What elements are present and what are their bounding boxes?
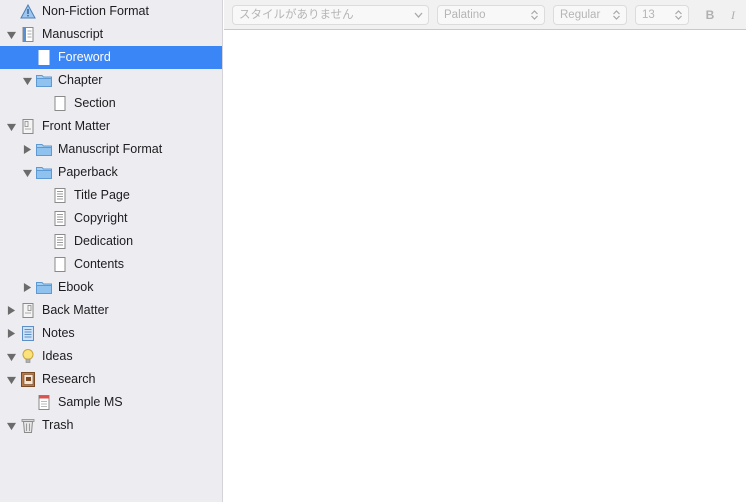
folder-icon <box>36 280 52 295</box>
font-style-select[interactable]: Regular <box>553 5 627 25</box>
binder-item-chapter[interactable]: Chapter <box>0 69 222 92</box>
binder-item-trash[interactable]: Trash <box>0 414 222 437</box>
binder-item-label: Back Matter <box>42 303 109 317</box>
binder-item-ideas[interactable]: Ideas <box>0 345 222 368</box>
font-family-value: Palatino <box>444 9 486 21</box>
manuscript-icon <box>20 27 36 42</box>
disclosure-collapsed-icon[interactable] <box>22 282 32 292</box>
binder-item-label: Sample MS <box>58 395 123 409</box>
folder-icon <box>36 73 52 88</box>
binder-item-label: Notes <box>42 326 75 340</box>
binder-item-label: Title Page <box>74 188 130 202</box>
binder-item-research[interactable]: Research <box>0 368 222 391</box>
stepper-arrows-icon <box>613 10 620 20</box>
binder-item-sample-ms[interactable]: Sample MS <box>0 391 222 414</box>
binder-item-back-matter[interactable]: Back Matter <box>0 299 222 322</box>
paragraph-style-select[interactable]: スタイルがありません <box>232 5 429 25</box>
disclosure-collapsed-icon[interactable] <box>6 305 16 315</box>
binder-item-notes[interactable]: Notes <box>0 322 222 345</box>
binder-item-contents[interactable]: Contents <box>0 253 222 276</box>
disclosure-expanded-icon[interactable] <box>6 375 16 385</box>
binder-item-copyright[interactable]: Copyright <box>0 207 222 230</box>
binder-item-dedication[interactable]: Dedication <box>0 230 222 253</box>
binder-item-label: Foreword <box>58 50 111 64</box>
binder-item-section[interactable]: Section <box>0 92 222 115</box>
folder-icon <box>36 142 52 157</box>
bold-button[interactable]: B <box>701 5 719 25</box>
binder-item-manuscript[interactable]: Manuscript <box>0 23 222 46</box>
document-icon <box>52 96 68 111</box>
binder-item-label: Front Matter <box>42 119 111 133</box>
disclosure-collapsed-icon[interactable] <box>6 328 16 338</box>
editor-text-area[interactable] <box>224 31 746 502</box>
folder-icon <box>36 165 52 180</box>
disclosure-expanded-icon[interactable] <box>6 421 16 431</box>
binder-item-label: Trash <box>42 418 74 432</box>
disclosure-expanded-icon[interactable] <box>6 352 16 362</box>
document-icon <box>52 257 68 272</box>
binder-sidebar: Non-Fiction Format Manuscript Foreword C… <box>0 0 223 502</box>
disclosure-expanded-icon[interactable] <box>22 76 32 86</box>
disclosure-expanded-icon[interactable] <box>6 30 16 40</box>
text-document-icon <box>52 211 68 226</box>
binder-item-manuscript-format[interactable]: Manuscript Format <box>0 138 222 161</box>
binder-item-front-matter[interactable]: Front Matter <box>0 115 222 138</box>
binder-item-title-page[interactable]: Title Page <box>0 184 222 207</box>
document-icon <box>36 50 52 65</box>
binder-item-label: Manuscript <box>42 27 104 41</box>
format-bar: スタイルがありません Palatino Regular 13 B I <box>224 0 746 30</box>
binder-item-label: Manuscript Format <box>58 142 163 156</box>
binder-item-label: Non-Fiction Format <box>42 4 149 18</box>
binder-item-label: Section <box>74 96 116 110</box>
disclosure-expanded-icon[interactable] <box>6 122 16 132</box>
text-document-icon <box>52 234 68 249</box>
disclosure-collapsed-icon[interactable] <box>22 144 32 154</box>
font-size-select[interactable]: 13 <box>635 5 689 25</box>
binder-item-ebook[interactable]: Ebook <box>0 276 222 299</box>
warning-icon <box>20 4 36 19</box>
binder-item-label: Contents <box>74 257 125 271</box>
font-family-select[interactable]: Palatino <box>437 5 545 25</box>
disclosure-expanded-icon[interactable] <box>22 168 32 178</box>
stepper-arrows-icon <box>531 10 538 20</box>
lightbulb-icon <box>20 349 36 364</box>
binder-item-label: Paperback <box>58 165 118 179</box>
chevron-down-icon <box>414 12 423 18</box>
italic-button[interactable]: I <box>724 5 742 25</box>
binder-item-label: Copyright <box>74 211 128 225</box>
binder-item-label: Dedication <box>74 234 134 248</box>
binder-item-label: Chapter <box>58 73 103 87</box>
font-size-value: 13 <box>642 9 655 21</box>
paragraph-style-value: スタイルがありません <box>239 9 354 21</box>
binder-item-paperback[interactable]: Paperback <box>0 161 222 184</box>
binder-item-non-fiction-format[interactable]: Non-Fiction Format <box>0 0 222 23</box>
trash-icon <box>20 418 36 433</box>
binder-item-label: Ebook <box>58 280 94 294</box>
research-icon <box>20 372 36 387</box>
font-style-value: Regular <box>560 9 601 21</box>
binder-item-foreword[interactable]: Foreword <box>0 46 222 69</box>
binder-item-label: Research <box>42 372 96 386</box>
text-document-icon <box>52 188 68 203</box>
binder-item-label: Ideas <box>42 349 73 363</box>
front-matter-icon <box>20 119 36 134</box>
pdf-document-icon <box>36 395 52 410</box>
stepper-arrows-icon <box>675 10 682 20</box>
notes-icon <box>20 326 36 341</box>
back-matter-icon <box>20 303 36 318</box>
